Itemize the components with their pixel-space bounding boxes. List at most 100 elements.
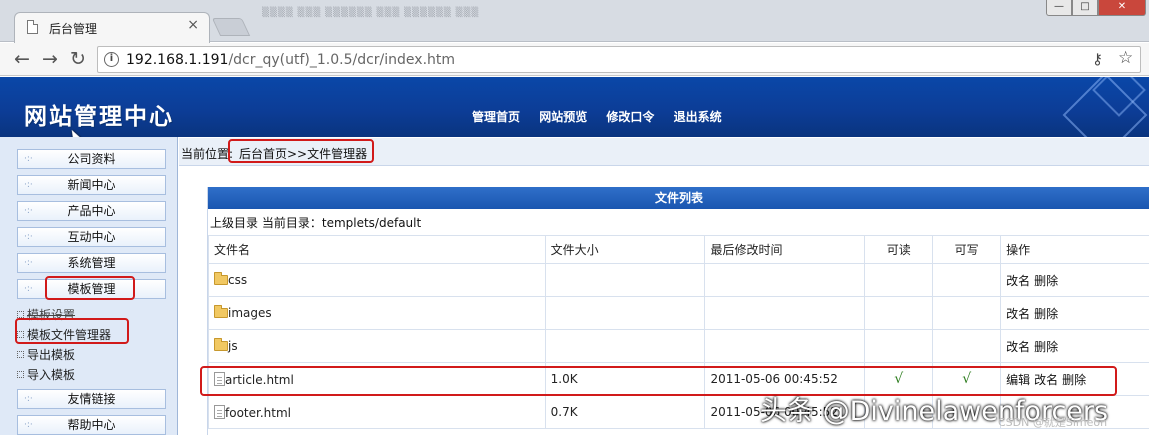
- breadcrumb-path[interactable]: 后台首页>>文件管理器: [239, 145, 367, 162]
- file-read-cell: [864, 263, 934, 297]
- forward-arrow-icon[interactable]: →: [42, 47, 58, 71]
- table-row: images 改名 删除: [208, 296, 1149, 330]
- sidebar-item-company[interactable]: ·:· 公司资料: [17, 149, 166, 169]
- delete-link[interactable]: 删除: [1034, 340, 1058, 354]
- window-close-icon[interactable]: ✕: [1098, 0, 1146, 16]
- sidebar-sub-template-settings[interactable]: 模板设置: [17, 306, 75, 323]
- sidebar-item-help[interactable]: ·:· 帮助中心: [17, 415, 166, 435]
- column-header-writable: 可写: [932, 235, 1002, 264]
- dot-icon: ·:·: [24, 284, 33, 294]
- edit-link[interactable]: 编辑: [1006, 373, 1030, 387]
- file-name-cell[interactable]: footer.html: [208, 395, 546, 429]
- tree-node-icon: [17, 311, 24, 318]
- browser-tab-active[interactable]: 后台管理 ×: [14, 12, 210, 43]
- back-arrow-icon[interactable]: ←: [14, 47, 30, 71]
- sidebar-item-label: 系统管理: [67, 256, 116, 270]
- rename-link[interactable]: 改名: [1006, 340, 1030, 354]
- sidebar-item-links[interactable]: ·:· 友情链接: [17, 389, 166, 409]
- folder-icon: [214, 272, 228, 285]
- file-write-cell: [932, 263, 1002, 297]
- sidebar-item-label: 模板管理: [67, 282, 116, 296]
- dot-icon: ·:·: [24, 154, 33, 164]
- delete-link[interactable]: 删除: [1062, 373, 1086, 387]
- file-read-cell: [864, 296, 934, 330]
- folder-icon: [214, 338, 228, 351]
- file-icon: [214, 371, 225, 386]
- sidebar-item-label: 互动中心: [67, 230, 116, 244]
- delete-link[interactable]: 删除: [1034, 307, 1058, 321]
- file-actions-cell: 改名 删除: [1000, 296, 1149, 330]
- folder-icon: [214, 305, 228, 318]
- file-name-cell[interactable]: article.html: [208, 362, 546, 396]
- url-host: 192.168.1.191: [126, 52, 229, 68]
- current-dir-label: 当前目录：: [261, 216, 322, 230]
- sidebar-item-news[interactable]: ·:· 新闻中心: [17, 175, 166, 195]
- key-icon[interactable]: ⚷: [1092, 50, 1103, 68]
- site-info-icon[interactable]: i: [104, 52, 119, 67]
- sidebar-sub-export-template[interactable]: 导出模板: [17, 346, 75, 363]
- dot-icon: ·:·: [24, 180, 33, 190]
- file-mtime-cell: [704, 329, 866, 363]
- file-name-cell[interactable]: js: [208, 329, 546, 363]
- menu-logout[interactable]: 退出系统: [674, 110, 722, 124]
- directory-line: 上级目录 当前目录：templets/default: [210, 214, 421, 231]
- address-url[interactable]: 192.168.1.191/dcr_qy(utf)_1.0.5/dcr/inde…: [126, 52, 455, 68]
- table-header-row: 文件名 文件大小 最后修改时间 可读 可写 操作: [208, 235, 1149, 264]
- sidebar-item-system[interactable]: ·:· 系统管理: [17, 253, 166, 273]
- file-size-cell: 0.7K: [544, 395, 706, 429]
- column-header-mtime: 最后修改时间: [704, 235, 866, 264]
- new-tab-button[interactable]: [211, 18, 251, 36]
- sidebar-item-label: 友情链接: [67, 392, 116, 406]
- maximize-icon[interactable]: □: [1072, 0, 1098, 16]
- rename-link[interactable]: 改名: [1006, 274, 1030, 288]
- file-size-cell: [544, 296, 706, 330]
- file-size-cell: [544, 329, 706, 363]
- file-size-cell: [544, 263, 706, 297]
- rename-link[interactable]: 改名: [1006, 307, 1030, 321]
- file-mtime-cell: [704, 263, 866, 297]
- delete-link[interactable]: 删除: [1034, 274, 1058, 288]
- dot-icon: ·:·: [24, 420, 33, 430]
- sidebar-item-products[interactable]: ·:· 产品中心: [17, 201, 166, 221]
- sidebar-sub-template-file-manager[interactable]: 模板文件管理器: [17, 326, 111, 343]
- column-header-readable: 可读: [864, 235, 934, 264]
- table-row: css 改名 删除: [208, 263, 1149, 297]
- file-write-cell: [932, 329, 1002, 363]
- site-logo: 网站管理中心: [24, 103, 174, 130]
- top-menu: 管理首页 网站预览 修改口令 退出系统: [472, 108, 737, 125]
- address-bar[interactable]: i 192.168.1.191/dcr_qy(utf)_1.0.5/dcr/in…: [97, 46, 1141, 73]
- sidebar-item-interaction[interactable]: ·:· 互动中心: [17, 227, 166, 247]
- table-row: js 改名 删除: [208, 329, 1149, 363]
- dot-icon: ·:·: [24, 206, 33, 216]
- rename-link[interactable]: 改名: [1034, 373, 1058, 387]
- file-name-cell[interactable]: images: [208, 296, 546, 330]
- tab-close-icon[interactable]: ×: [187, 17, 199, 33]
- file-actions-cell: 改名 删除: [1000, 263, 1149, 297]
- sidebar-item-label: 公司资料: [67, 152, 116, 166]
- tree-node-icon: [17, 371, 24, 378]
- watermark-sub: CSDN @就是Simeon: [998, 416, 1108, 429]
- file-read-cell: [864, 329, 934, 363]
- sidebar-sub-import-template[interactable]: 导入模板: [17, 366, 75, 383]
- file-write-cell: [932, 296, 1002, 330]
- menu-home[interactable]: 管理首页: [472, 110, 520, 124]
- minimize-icon[interactable]: —: [1046, 0, 1072, 16]
- reload-icon[interactable]: ↻: [70, 47, 86, 71]
- breadcrumb-label: 当前位置:: [181, 147, 234, 161]
- menu-preview[interactable]: 网站预览: [539, 110, 587, 124]
- file-icon: [214, 404, 225, 419]
- up-directory-link[interactable]: 上级目录: [210, 216, 258, 230]
- browser-toolbar: ← → ↻ i 192.168.1.191/dcr_qy(utf)_1.0.5/…: [0, 43, 1149, 76]
- page-icon: [27, 20, 38, 34]
- file-actions-cell: 改名 删除: [1000, 329, 1149, 363]
- bookmark-star-icon[interactable]: ☆: [1118, 48, 1133, 68]
- sidebar-item-templates[interactable]: ·:· 模板管理: [17, 279, 166, 299]
- file-mtime-cell: [704, 296, 866, 330]
- breadcrumb: 当前位置: 后台首页>>文件管理器: [179, 138, 1149, 166]
- dot-icon: ·:·: [24, 232, 33, 242]
- tree-node-icon: [17, 331, 24, 338]
- tree-node-icon: [17, 351, 24, 358]
- menu-change-password[interactable]: 修改口令: [606, 110, 654, 124]
- file-size-cell: 1.0K: [544, 362, 706, 396]
- file-name-cell[interactable]: css: [208, 263, 546, 297]
